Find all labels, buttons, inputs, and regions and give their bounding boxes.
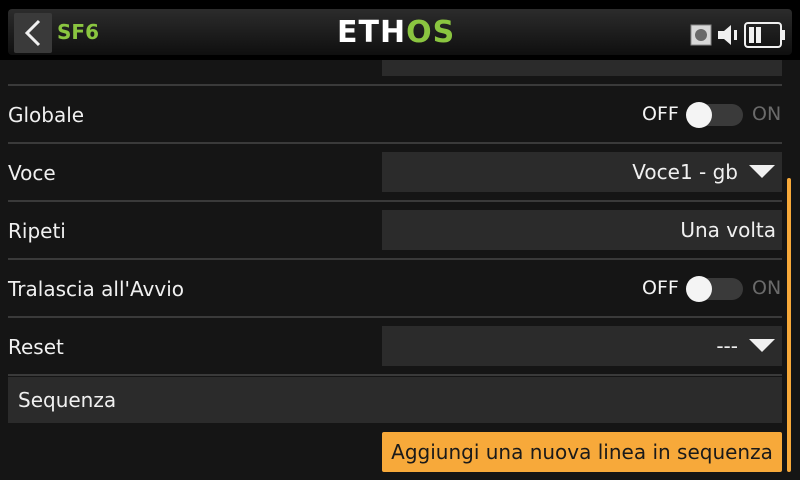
toggle-on-label: ON	[752, 277, 782, 299]
divider	[8, 374, 782, 376]
chevron-left-icon	[24, 19, 41, 47]
divider	[8, 258, 782, 260]
divider	[8, 84, 782, 86]
voce-label: Voce	[8, 161, 56, 185]
sequence-section: Sequenza	[8, 377, 782, 423]
speaker-icon[interactable]	[716, 22, 742, 48]
tralascia-label: Tralascia all'Avvio	[8, 277, 184, 301]
toggle-on-label: ON	[752, 103, 782, 125]
toggle-off-label: OFF	[642, 103, 679, 125]
add-sequence-line-button[interactable]: Aggiungi una nuova linea in sequenza	[382, 432, 782, 472]
voce-value: Voce1 - gb	[632, 160, 738, 184]
divider	[8, 200, 782, 202]
logo-text-accent: OS	[406, 15, 456, 50]
ripeti-value: Una volta	[680, 218, 776, 242]
divider	[8, 316, 782, 318]
partial-field-above	[382, 60, 782, 76]
record-icon	[690, 24, 712, 46]
tralascia-toggle[interactable]: OFF ON	[612, 273, 782, 305]
sequence-label: Sequenza	[18, 388, 117, 412]
logo-text-prefix: ETH	[337, 15, 407, 50]
ripeti-label: Ripeti	[8, 219, 66, 243]
status-icons	[688, 18, 788, 50]
divider	[8, 142, 782, 144]
back-button[interactable]	[14, 13, 52, 53]
reset-dropdown[interactable]: ---	[382, 326, 782, 366]
toggle-off-label: OFF	[642, 277, 679, 299]
globale-label: Globale	[8, 103, 85, 127]
toggle-knob[interactable]	[686, 102, 712, 128]
ripeti-field[interactable]: Una volta	[382, 210, 782, 250]
globale-toggle[interactable]: OFF ON	[612, 99, 782, 131]
page-title: SF6	[57, 20, 99, 44]
toggle-knob[interactable]	[686, 276, 712, 302]
dropdown-arrow-icon	[749, 165, 775, 178]
reset-label: Reset	[8, 335, 64, 359]
dropdown-arrow-icon	[749, 339, 775, 352]
voce-dropdown[interactable]: Voce1 - gb	[382, 152, 782, 192]
scrollbar[interactable]	[787, 178, 791, 472]
reset-value: ---	[716, 334, 738, 358]
battery-icon	[744, 22, 785, 48]
ethos-logo: ETHOS	[337, 16, 455, 50]
